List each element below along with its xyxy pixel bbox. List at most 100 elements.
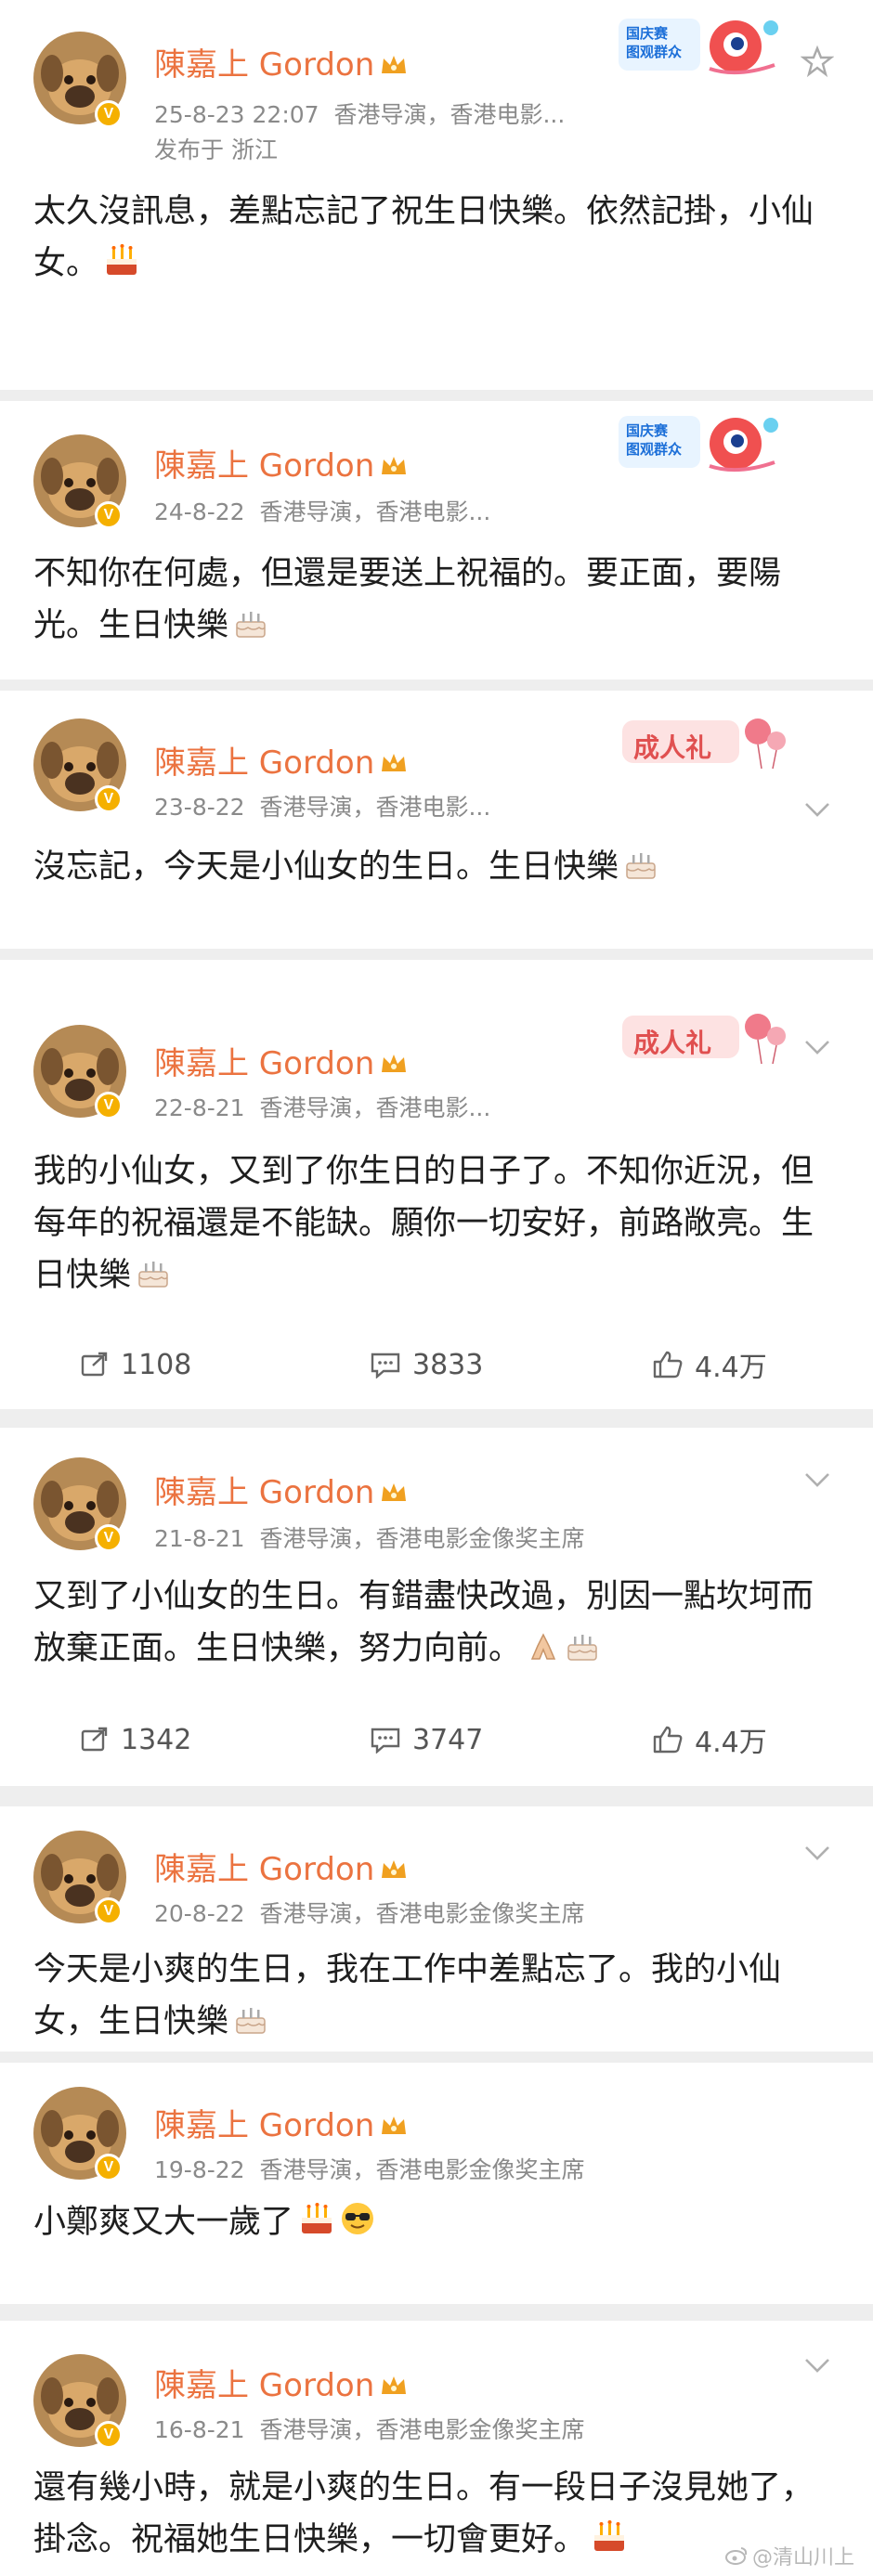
post-meta: 24-8-22 香港导演，香港电影... [154, 494, 490, 527]
thumbs-up-icon [653, 1726, 683, 1754]
chevron-down-icon[interactable] [800, 45, 835, 78]
post-text: 小鄭爽又大一歲了 [33, 2204, 294, 2241]
crown-icon [380, 1047, 408, 1084]
sticker-coming-of-age[interactable]: 成人礼 [622, 1006, 789, 1068]
post-content: 不知你在何處，但還是要送上祝福的。要正面，要陽光。生日快樂 [33, 548, 840, 655]
chevron-down-icon[interactable] [801, 1842, 834, 1864]
weibo-post-1[interactable]: V 陳嘉上 Gordon 25-8-23 22:07 香港导演，香港电影... … [0, 0, 873, 390]
verified-badge-icon: V [95, 2154, 123, 2181]
author-name-text: 陳嘉上 Gordon [154, 1045, 375, 1082]
sticker-national-day[interactable]: 国庆赛 图观群众 [617, 13, 784, 78]
weibo-post-7[interactable]: V 陳嘉上 Gordon 19-8-22 香港导演，香港电影金像奖主席 小鄭爽又… [0, 2063, 873, 2304]
weibo-post-5[interactable]: V 陳嘉上 Gordon 21-8-21 香港导演，香港电影金像奖主席 又到了小… [0, 1428, 873, 1786]
weibo-post-6[interactable]: V 陳嘉上 Gordon 20-8-22 香港导演，香港电影金像奖主席 今天是小… [0, 1806, 873, 2052]
post-text: 不知你在何處，但還是要送上祝福的。要正面，要陽光。生日快樂 [33, 555, 782, 644]
watermark: @清山川上 [724, 2541, 854, 2570]
post-content: 我的小仙女，又到了你生日的日子了。不知你近況，但每年的祝福還是不能缺。願你一切安… [33, 1146, 840, 1305]
cake-emoji-icon [234, 603, 267, 655]
repost-button[interactable]: 1108 [80, 1337, 191, 1392]
post-date: 23-8-22 [154, 794, 245, 821]
repost-icon [81, 1727, 108, 1752]
comment-button[interactable]: 3747 [370, 1712, 483, 1767]
repost-count: 1342 [121, 1723, 192, 1756]
post-meta: 19-8-22 香港导演，香港电影金像奖主席 [154, 2152, 585, 2185]
repost-count: 1108 [121, 1348, 192, 1381]
post-source: 香港导演，香港电影金像奖主席 [259, 1525, 585, 1552]
action-bar: 1342 3747 4.4万 [0, 1712, 873, 1767]
like-button[interactable]: 4.4万 [652, 1337, 767, 1392]
verified-badge-icon: V [95, 501, 123, 529]
post-source: 香港导演，香港电影... [259, 498, 491, 525]
pray-emoji-icon [527, 1626, 560, 1678]
sticker-label: 成人礼 [633, 732, 712, 763]
comment-button[interactable]: 3833 [370, 1337, 483, 1392]
crown-icon [380, 48, 408, 85]
chevron-down-icon[interactable] [801, 2354, 834, 2376]
post-meta: 22-8-21 香港导演，香港电影... [154, 1090, 490, 1123]
cake-emoji-icon [137, 1253, 170, 1305]
verified-badge-icon: V [95, 1524, 123, 1552]
author-name-text: 陳嘉上 Gordon [154, 1851, 375, 1888]
repost-button[interactable]: 1342 [80, 1712, 191, 1767]
post-source: 香港导演，香港电影... [259, 794, 491, 821]
sticker-coming-of-age[interactable]: 成人礼 [622, 711, 789, 772]
author-name[interactable]: 陳嘉上 Gordon [154, 1844, 408, 1890]
author-name-text: 陳嘉上 Gordon [154, 1474, 375, 1511]
author-name[interactable]: 陳嘉上 Gordon [154, 440, 408, 486]
post-meta: 25-8-23 22:07 香港导演，香港电影... [154, 97, 565, 130]
crown-icon [380, 2109, 408, 2146]
post-date: 19-8-22 [154, 2156, 245, 2183]
cake-emoji-icon [234, 2000, 267, 2052]
author-name[interactable]: 陳嘉上 Gordon [154, 2360, 408, 2406]
action-bar: 1108 3833 4.4万 [0, 1337, 873, 1392]
post-date: 25-8-23 22:07 [154, 101, 319, 128]
comment-icon [371, 1353, 400, 1379]
verified-badge-icon: V [95, 1092, 123, 1120]
verified-badge-icon: V [95, 1897, 123, 1925]
post-text: 今天是小爽的生日，我在工作中差點忘了。我的小仙女，生日快樂 [33, 1951, 782, 2040]
post-meta: 16-8-21 香港导演，香港电影金像奖主席 [154, 2412, 585, 2445]
weibo-post-4[interactable]: V 陳嘉上 Gordon 22-8-21 香港导演，香港电影... 成人礼 我的… [0, 960, 873, 1409]
cake-emoji-icon [566, 1626, 599, 1678]
chevron-down-icon[interactable] [801, 1469, 834, 1491]
post-source: 香港导演，香港电影金像奖主席 [259, 2156, 585, 2183]
sunglasses-emoji-icon [340, 2200, 375, 2252]
post-content: 還有幾小時，就是小爽的生日。有一段日子沒見她了，掛念。祝福她生日快樂，一切會更好… [33, 2462, 840, 2570]
thumbs-up-icon [653, 1351, 683, 1379]
weibo-post-8[interactable]: V 陳嘉上 Gordon 16-8-21 香港导演，香港电影金像奖主席 還有幾小… [0, 2321, 873, 2576]
author-name-text: 陳嘉上 Gordon [154, 2107, 375, 2144]
post-text: 還有幾小時，就是小爽的生日。有一段日子沒見她了，掛念。祝福她生日快樂，一切會更好… [33, 2469, 814, 2558]
author-name-text: 陳嘉上 Gordon [154, 2367, 375, 2404]
post-source: 香港导演，香港电影金像奖主席 [259, 1900, 585, 1927]
post-date: 22-8-21 [154, 1094, 245, 1121]
post-text: 又到了小仙女的生日。有錯盡快改過，別因一點坎坷而放棄正面。生日快樂，努力向前。 [33, 1578, 814, 1667]
repost-icon [81, 1352, 108, 1377]
like-button[interactable]: 4.4万 [652, 1712, 767, 1767]
cake-emoji-icon [592, 2518, 627, 2570]
author-name[interactable]: 陳嘉上 Gordon [154, 1038, 408, 1084]
author-name[interactable]: 陳嘉上 Gordon [154, 2100, 408, 2146]
cake-emoji-icon [299, 2200, 334, 2252]
author-name[interactable]: 陳嘉上 Gordon [154, 737, 408, 783]
chevron-down-icon[interactable] [801, 1036, 834, 1058]
post-text: 太久沒訊息，差點忘記了祝生日快樂。依然記掛，小仙女。 [33, 193, 814, 282]
chevron-down-icon[interactable] [801, 798, 834, 821]
watermark-text: @清山川上 [751, 2546, 854, 2570]
post-content: 又到了小仙女的生日。有錯盡快改過，別因一點坎坷而放棄正面。生日快樂，努力向前。 [33, 1571, 840, 1678]
crown-icon [380, 2369, 408, 2406]
post-date: 20-8-22 [154, 1900, 245, 1927]
weibo-post-3[interactable]: V 陳嘉上 Gordon 23-8-22 香港导演，香港电影... 成人礼 沒忘… [0, 691, 873, 949]
weibo-post-2[interactable]: V 陳嘉上 Gordon 24-8-22 香港导演，香港电影... 国庆赛 图观… [0, 401, 873, 680]
comment-count: 3833 [412, 1348, 484, 1381]
comment-icon [371, 1728, 400, 1754]
sticker-label: 成人礼 [633, 1028, 712, 1058]
author-name-text: 陳嘉上 Gordon [154, 744, 375, 782]
post-source: 香港导演，香港电影金像奖主席 [259, 2416, 585, 2443]
author-name[interactable]: 陳嘉上 Gordon [154, 1467, 408, 1513]
sticker-national-day[interactable]: 国庆赛 图观群众 [617, 410, 784, 475]
post-content: 沒忘記，今天是小仙女的生日。生日快樂 [33, 841, 840, 897]
author-name[interactable]: 陳嘉上 Gordon [154, 39, 408, 85]
post-source: 香港导演，香港电影... [333, 101, 566, 128]
verified-badge-icon: V [95, 785, 123, 813]
post-meta: 23-8-22 香港导演，香港电影... [154, 789, 490, 822]
